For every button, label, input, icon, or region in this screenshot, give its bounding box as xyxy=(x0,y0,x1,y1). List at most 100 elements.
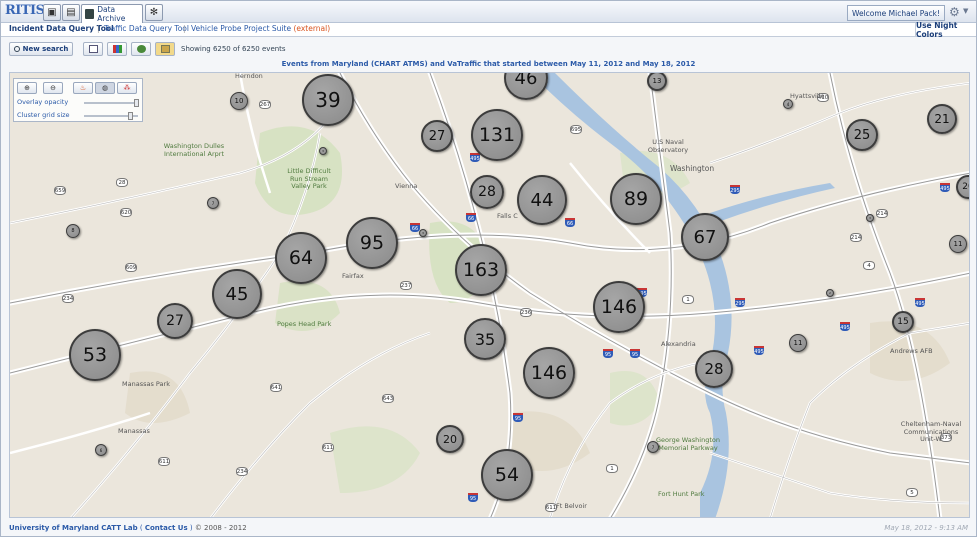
event-cluster[interactable]: 146 xyxy=(593,281,645,333)
event-cluster[interactable]: 95 xyxy=(346,217,398,269)
event-cluster[interactable]: 39 xyxy=(302,74,354,126)
contact-us-link[interactable]: Contact Us xyxy=(145,524,188,532)
nav-probe-suite[interactable]: Vehicle Probe Project Suite (external) xyxy=(191,24,330,33)
dots-icon: ⁂ xyxy=(123,84,131,92)
event-cluster[interactable]: 7 xyxy=(647,441,659,453)
event-cluster[interactable]: 45 xyxy=(212,269,262,319)
interstate-shield: 95 xyxy=(513,413,523,422)
route-shield: 267 xyxy=(259,100,271,109)
route-shield: 214 xyxy=(850,233,862,242)
night-colors-button[interactable]: Use Night Colors xyxy=(915,21,976,39)
event-cluster[interactable]: 3 xyxy=(419,229,427,237)
tab-data-archive[interactable]: Data Archive xyxy=(81,4,143,23)
route-shield: 695 xyxy=(570,125,582,134)
archive-icon xyxy=(85,9,95,19)
chevron-down-icon[interactable]: ▼ xyxy=(963,7,968,15)
nav-divider: | xyxy=(183,24,186,33)
globe-view-button[interactable] xyxy=(131,42,151,56)
event-cluster[interactable]: 27 xyxy=(157,303,193,339)
event-cluster[interactable]: 64 xyxy=(275,232,327,284)
footer-timestamp: May 18, 2012 - 9:13 AM xyxy=(884,524,968,532)
zoom-in-button[interactable]: ⊕ xyxy=(17,82,37,94)
map-view-button[interactable] xyxy=(155,42,175,56)
slider-thumb[interactable] xyxy=(128,112,133,120)
event-cluster[interactable]: 89 xyxy=(610,173,662,225)
toolbar: New search Showing 6250 of 6250 events ▭… xyxy=(1,38,976,94)
event-cluster[interactable]: 163 xyxy=(455,244,507,296)
event-cluster[interactable]: 3 xyxy=(319,147,327,155)
table-view-button[interactable] xyxy=(83,42,103,56)
cluster-icon: ◍ xyxy=(101,84,109,92)
event-cluster[interactable]: 67 xyxy=(681,213,729,261)
event-cluster[interactable]: 4 xyxy=(783,99,793,109)
nav-traffic-query[interactable]: Traffic Data Query Tool xyxy=(104,24,189,33)
event-cluster[interactable]: 20 xyxy=(436,425,464,453)
event-cluster[interactable]: 10 xyxy=(230,92,248,110)
nav-divider: | xyxy=(97,24,100,33)
event-cluster[interactable]: 2 xyxy=(826,289,834,297)
overlay-control-panel: ⊕ ⊖ ♨ ◍ ⁂ Overlay opacity Cluster grid s… xyxy=(13,78,143,122)
lock-icon[interactable]: ▣ xyxy=(43,4,61,21)
zoom-out-button[interactable]: ⊖ xyxy=(43,82,63,94)
event-cluster[interactable]: 28 xyxy=(470,175,504,209)
map-canvas[interactable]: 267 28 659 620 609 234 237 236 641 643 6… xyxy=(9,72,970,518)
event-cluster[interactable]: 25 xyxy=(846,119,878,151)
place-label: Vienna xyxy=(395,182,418,190)
route-shield: 611 xyxy=(158,457,170,466)
place-label: Falls C xyxy=(497,212,518,220)
event-cluster[interactable]: 35 xyxy=(464,318,506,360)
event-cluster[interactable]: 44 xyxy=(517,175,567,225)
footer-copyright: © 2008 - 2012 xyxy=(194,524,247,532)
slider-thumb[interactable] xyxy=(134,99,139,107)
cluster-grid-slider[interactable] xyxy=(84,112,138,120)
place-label: Manassas Park xyxy=(122,380,170,388)
tab-data-archive-label: Data Archive xyxy=(97,5,126,23)
route-shield: 609 xyxy=(125,263,137,272)
event-cluster[interactable]: 146 xyxy=(523,347,575,399)
place-label: George Washington Memorial Parkway xyxy=(656,436,720,452)
event-cluster[interactable]: 15 xyxy=(892,311,914,333)
event-cluster[interactable]: 27 xyxy=(421,120,453,152)
map-icon xyxy=(160,45,170,53)
footer: University of Maryland CATT Lab ( Contac… xyxy=(1,522,976,536)
new-search-label: New search xyxy=(22,45,69,53)
event-cluster[interactable]: 7 xyxy=(207,197,219,209)
zoom-in-icon: ⊕ xyxy=(24,84,30,92)
new-search-button[interactable]: New search xyxy=(9,42,73,56)
event-cluster[interactable]: 13 xyxy=(647,73,667,91)
event-cluster[interactable]: 21 xyxy=(927,104,957,134)
route-shield: 1 xyxy=(682,295,694,304)
points-toggle[interactable]: ⁂ xyxy=(117,82,137,94)
cluster-toggle[interactable]: ◍ xyxy=(95,82,115,94)
place-label: Popes Head Park xyxy=(277,320,332,328)
table-icon xyxy=(88,45,98,53)
event-cluster[interactable]: 54 xyxy=(481,449,533,501)
globe-icon xyxy=(136,45,146,53)
phone-icon[interactable]: ▤ xyxy=(62,4,80,21)
event-cluster[interactable]: 11 xyxy=(949,235,967,253)
welcome-user-button[interactable]: Welcome Michael Pack! xyxy=(847,5,945,21)
event-cluster[interactable]: 11 xyxy=(789,334,807,352)
route-shield: 236 xyxy=(520,308,532,317)
puzzle-icon[interactable]: ✻ xyxy=(145,4,163,21)
event-cluster[interactable]: 3 xyxy=(866,214,874,222)
route-shield: 4 xyxy=(863,261,875,270)
zoom-out-icon: ⊖ xyxy=(50,84,56,92)
event-cluster[interactable]: 6 xyxy=(95,444,107,456)
event-cluster[interactable]: 131 xyxy=(471,109,523,161)
place-label: Cheltenham-Naval Communications Unit-W xyxy=(900,420,962,443)
place-label: Fairfax xyxy=(342,272,364,280)
interstate-shield: 495 xyxy=(470,153,480,162)
footer-org[interactable]: University of Maryland CATT Lab xyxy=(9,524,138,532)
place-label: Andrews AFB xyxy=(890,347,933,355)
event-cluster[interactable]: 53 xyxy=(69,329,121,381)
heatmap-toggle[interactable]: ♨ xyxy=(73,82,93,94)
interstate-shield: 295 xyxy=(735,298,745,307)
bar-chart-icon xyxy=(112,45,122,53)
chart-view-button[interactable] xyxy=(107,42,127,56)
event-cluster[interactable]: 8 xyxy=(66,224,80,238)
gear-icon[interactable]: ⚙ xyxy=(949,5,962,19)
interstate-shield: 495 xyxy=(840,322,850,331)
event-cluster[interactable]: 28 xyxy=(695,350,733,388)
overlay-opacity-slider[interactable] xyxy=(84,99,139,107)
